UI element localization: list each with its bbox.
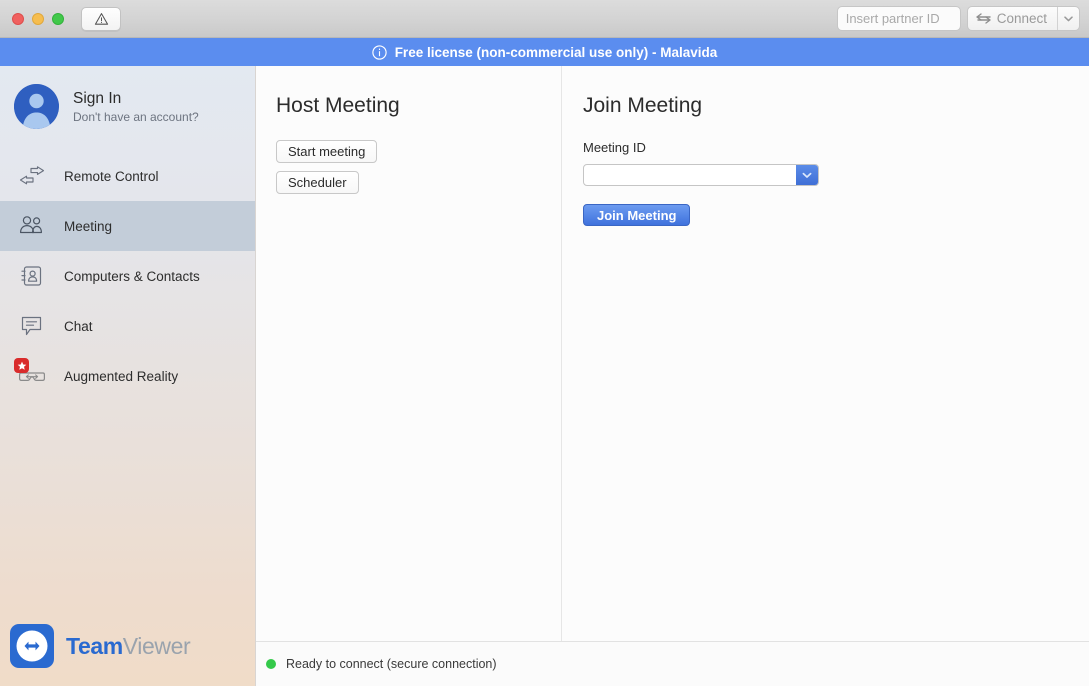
maximize-window-button[interactable] (52, 12, 64, 25)
title-bar: Connect (0, 0, 1089, 38)
sidebar-item-meeting[interactable]: Meeting (0, 201, 255, 251)
meeting-id-dropdown-button[interactable] (796, 165, 818, 185)
teamviewer-brand: TeamViewer (0, 624, 255, 686)
sidebar-item-label: Meeting (64, 218, 113, 234)
license-banner: Free license (non-commercial use only) -… (0, 38, 1089, 66)
sidebar-item-computers-contacts[interactable]: Computers & Contacts (0, 251, 255, 301)
teamviewer-wordmark: TeamViewer (66, 632, 191, 660)
panels: Host Meeting Start meeting Scheduler Joi… (256, 66, 1089, 641)
sign-in-texts: Sign In Don't have an account? (73, 90, 199, 124)
start-meeting-button[interactable]: Start meeting (276, 140, 378, 163)
meeting-id-combobox (583, 164, 819, 186)
bidirectional-arrow-icon (976, 13, 991, 24)
brand-name-light: Viewer (122, 632, 191, 659)
join-meeting-button[interactable]: Join Meeting (583, 204, 691, 226)
status-text: Ready to connect (secure connection) (286, 657, 497, 671)
brand-name-bold: Team (66, 632, 123, 659)
sidebar-item-chat[interactable]: Chat (0, 301, 255, 351)
window-controls (12, 12, 64, 25)
connect-control: Connect (966, 6, 1080, 31)
sign-in-subtitle[interactable]: Don't have an account? (73, 110, 199, 124)
ar-glasses-icon (14, 358, 48, 391)
sidebar-item-label: Chat (64, 318, 93, 334)
connect-button-label: Connect (996, 11, 1047, 26)
partner-id-input[interactable] (836, 6, 961, 31)
meeting-id-input[interactable] (584, 165, 796, 185)
sidebar-item-label: Augmented Reality (64, 368, 179, 384)
sidebar-item-label: Remote Control (64, 168, 159, 184)
star-icon (17, 361, 26, 370)
avatar (14, 84, 59, 129)
two-arrows-icon (16, 161, 48, 191)
join-meeting-title: Join Meeting (583, 94, 703, 117)
chevron-down-icon (802, 172, 812, 178)
main-content: Host Meeting Start meeting Scheduler Joi… (256, 66, 1089, 686)
sidebar-nav: Remote Control Meeting Computers & Conta… (0, 151, 255, 401)
status-bar: Ready to connect (secure connection) (256, 641, 1089, 686)
info-circle-icon (372, 44, 387, 60)
scheduler-button[interactable]: Scheduler (276, 171, 359, 194)
join-meeting-panel: Join Meeting Meeting ID Join Meeting (562, 66, 1089, 641)
user-avatar-icon (14, 84, 59, 129)
host-meeting-panel: Host Meeting Start meeting Scheduler (256, 66, 562, 641)
minimize-window-button[interactable] (32, 12, 44, 25)
sidebar-item-label: Computers & Contacts (64, 268, 200, 284)
connect-toolbar: Connect (836, 6, 1080, 31)
new-badge (14, 358, 29, 373)
host-meeting-title: Host Meeting (276, 94, 400, 117)
close-window-button[interactable] (12, 12, 24, 25)
people-icon (16, 211, 48, 241)
window-body: Sign In Don't have an account? Remote Co… (0, 66, 1089, 686)
sign-in-title: Sign In (73, 89, 122, 107)
warning-triangle-icon (94, 12, 108, 25)
sidebar-item-remote-control[interactable]: Remote Control (0, 151, 255, 201)
chevron-down-icon (1064, 15, 1073, 21)
sidebar-item-augmented-reality[interactable]: Augmented Reality (0, 351, 255, 401)
connect-dropdown-button[interactable] (1057, 7, 1079, 30)
sign-in-row[interactable]: Sign In Don't have an account? (0, 66, 255, 143)
license-banner-text: Free license (non-commercial use only) -… (394, 44, 718, 60)
speech-bubble-icon (16, 311, 48, 341)
teamviewer-logo-icon (10, 624, 54, 668)
meeting-id-label: Meeting ID (583, 140, 646, 155)
teamviewer-window: Connect Free license (non-commercial use… (0, 0, 1089, 686)
warning-button[interactable] (81, 6, 121, 31)
connect-button[interactable]: Connect (968, 7, 1057, 30)
address-book-icon (16, 261, 48, 291)
sidebar: Sign In Don't have an account? Remote Co… (0, 66, 256, 686)
status-indicator-icon (266, 659, 276, 669)
